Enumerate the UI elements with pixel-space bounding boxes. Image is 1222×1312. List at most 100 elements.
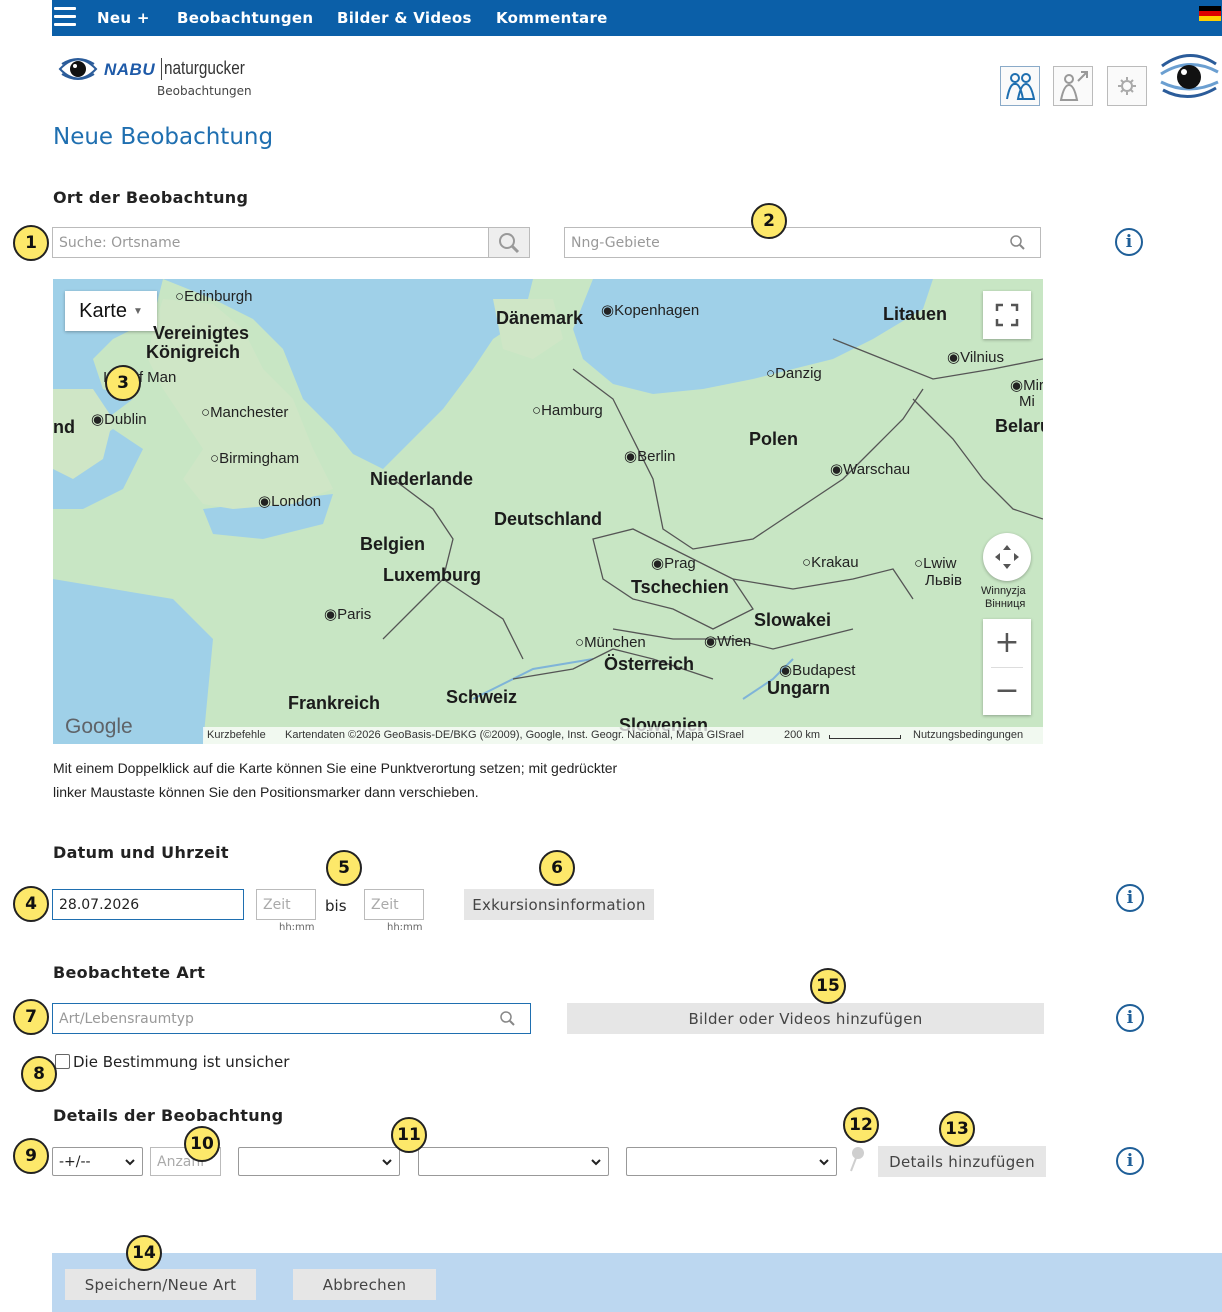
map-country-label: Polen [749, 429, 799, 449]
location-info-icon[interactable]: i [1115, 228, 1143, 256]
fullscreen-button[interactable] [983, 291, 1031, 339]
chevron-down-icon: ▼ [132, 305, 143, 317]
map-country-label: nd [53, 417, 75, 437]
add-media-button[interactable]: Bilder oder Videos hinzufügen [567, 1003, 1044, 1034]
map-country-label: Frankreich [288, 693, 381, 713]
page-title: Neue Beobachtung [53, 124, 274, 150]
time-from-input[interactable]: Zeit [256, 889, 316, 920]
logo-brand: NABU [104, 60, 156, 79]
logo-product: naturgucker [164, 58, 245, 78]
map-city-label: Mi [1019, 393, 1035, 410]
map-country-label: Deutschland [494, 509, 603, 529]
time-to-input[interactable]: Zeit [364, 889, 424, 920]
menu-icon[interactable] [54, 7, 76, 27]
map-city-label: ○Birmingham [210, 450, 300, 467]
map-country-label: Tschechien [631, 577, 729, 597]
zoom-in-button[interactable]: + [983, 619, 1031, 667]
qualifier-value: -+/-- [59, 1153, 91, 1170]
area-search-input[interactable]: Nng-Gebiete [564, 227, 1041, 258]
map-country-label: Luxemburg [383, 565, 482, 585]
add-details-button[interactable]: Details hinzufügen [878, 1146, 1046, 1177]
share-user-button[interactable] [1053, 66, 1093, 106]
keyboard-shortcuts-link[interactable]: Kurzbefehle [207, 727, 266, 744]
nav-observations[interactable]: Beobachtungen [177, 9, 313, 27]
place-search-button[interactable] [488, 227, 530, 258]
map-city-label: ◉Vilnius [947, 349, 1005, 366]
map-country-label: Österreich [604, 654, 695, 674]
uncertain-label: Die Bestimmung ist unsicher [73, 1053, 290, 1071]
map-scale-bar [829, 735, 901, 739]
search-icon [499, 233, 520, 254]
map-city-label: ◉Mir [1010, 377, 1043, 394]
annotation-badge: 7 [13, 999, 49, 1035]
details-select-1[interactable] [238, 1147, 400, 1176]
species-info-icon[interactable]: i [1116, 1004, 1144, 1032]
uncertain-checkbox[interactable] [55, 1054, 70, 1069]
cancel-button[interactable]: Abbrechen [293, 1269, 436, 1300]
gear-icon [1118, 77, 1136, 95]
time-to-format: hh:mm [387, 922, 423, 933]
flag-de-icon[interactable] [1199, 6, 1221, 21]
chevron-down-icon [591, 1159, 601, 1166]
map-country-label: Litauen [883, 304, 948, 324]
map-country-label: Niederlande [370, 469, 474, 489]
pin-icon[interactable] [847, 1145, 867, 1173]
search-icon [500, 1011, 515, 1026]
map[interactable]: Karte ▼ + − Dänemark Litauen Vereinigtes… [53, 279, 1043, 744]
annotation-badge: 12 [843, 1107, 879, 1143]
annotation-badge: 10 [184, 1126, 220, 1162]
naturgucker-eye-logo[interactable] [1158, 46, 1220, 108]
map-city-label: ◉Paris [324, 606, 372, 623]
map-city-label: ○Danzig [766, 365, 822, 382]
map-country-label: Vereinigtes [153, 323, 250, 343]
date-input[interactable]: 28.07.2026 [52, 889, 244, 920]
annotation-badge: 9 [13, 1138, 49, 1174]
map-attribution: Kartendaten ©2026 GeoBasis-DE/BKG (©2009… [285, 729, 744, 741]
person-arrow-icon [1059, 71, 1088, 101]
save-new-species-button[interactable]: Speichern/Neue Art [65, 1269, 256, 1300]
species-heading: Beobachtete Art [53, 963, 206, 982]
map-city-label: Львів [925, 572, 962, 589]
map-country-label: Belgien [360, 534, 426, 554]
annotation-badge: 1 [13, 225, 49, 261]
map-scale-label[interactable]: 200 km [784, 727, 820, 744]
zoom-out-button[interactable]: − [983, 667, 1031, 715]
excursion-info-button[interactable]: Exkursionsinformation [464, 889, 654, 920]
map-type-label: Karte [79, 299, 127, 322]
nav-media[interactable]: Bilder & Videos [337, 9, 472, 27]
map-city-label: ◉Warschau [830, 461, 911, 478]
qualifier-select[interactable]: -+/-- [52, 1147, 143, 1176]
search-icon [1010, 235, 1025, 250]
map-hint-line2: linker Maustaste können Sie den Position… [53, 784, 479, 800]
map-city-label: ◉Dublin [91, 411, 147, 428]
map-city-label: ○Edinburgh [175, 288, 253, 305]
map-hint-line1: Mit einem Doppelklick auf die Karte könn… [53, 760, 618, 776]
people-icon [1006, 73, 1036, 100]
datetime-info-icon[interactable]: i [1116, 884, 1144, 912]
annotation-badge: 2 [751, 203, 787, 239]
settings-button[interactable] [1107, 66, 1147, 106]
map-city-label: ◉Budapest [779, 662, 856, 679]
annotation-badge: 3 [105, 365, 141, 401]
map-type-button[interactable]: Karte ▼ [65, 291, 157, 331]
map-country-label: Ungarn [767, 678, 830, 698]
annotation-badge: 13 [939, 1111, 975, 1147]
pan-arrows-icon [995, 545, 1019, 569]
community-button[interactable] [1000, 66, 1040, 106]
chevron-down-icon [125, 1159, 135, 1166]
annotation-badge: 8 [21, 1056, 57, 1092]
place-search-input[interactable]: Suche: Ortsname [52, 227, 489, 258]
map-city-label: Winnyzja [981, 585, 1026, 597]
species-input[interactable]: Art/Lebensraumtyp [52, 1003, 531, 1034]
map-city-label: ◉Berlin [624, 448, 676, 465]
details-select-3[interactable] [626, 1147, 837, 1176]
nav-comments[interactable]: Kommentare [496, 9, 608, 27]
terms-link[interactable]: Nutzungsbedingungen [913, 727, 1023, 744]
nav-new[interactable]: Neu + [97, 9, 150, 27]
details-select-2[interactable] [418, 1147, 609, 1176]
details-info-icon[interactable]: i [1116, 1147, 1144, 1175]
google-logo: Google [65, 715, 133, 738]
map-city-label: ○Krakau [802, 554, 859, 571]
map-pan-control[interactable] [983, 533, 1031, 581]
logo-subtitle: Beobachtungen [157, 84, 252, 98]
